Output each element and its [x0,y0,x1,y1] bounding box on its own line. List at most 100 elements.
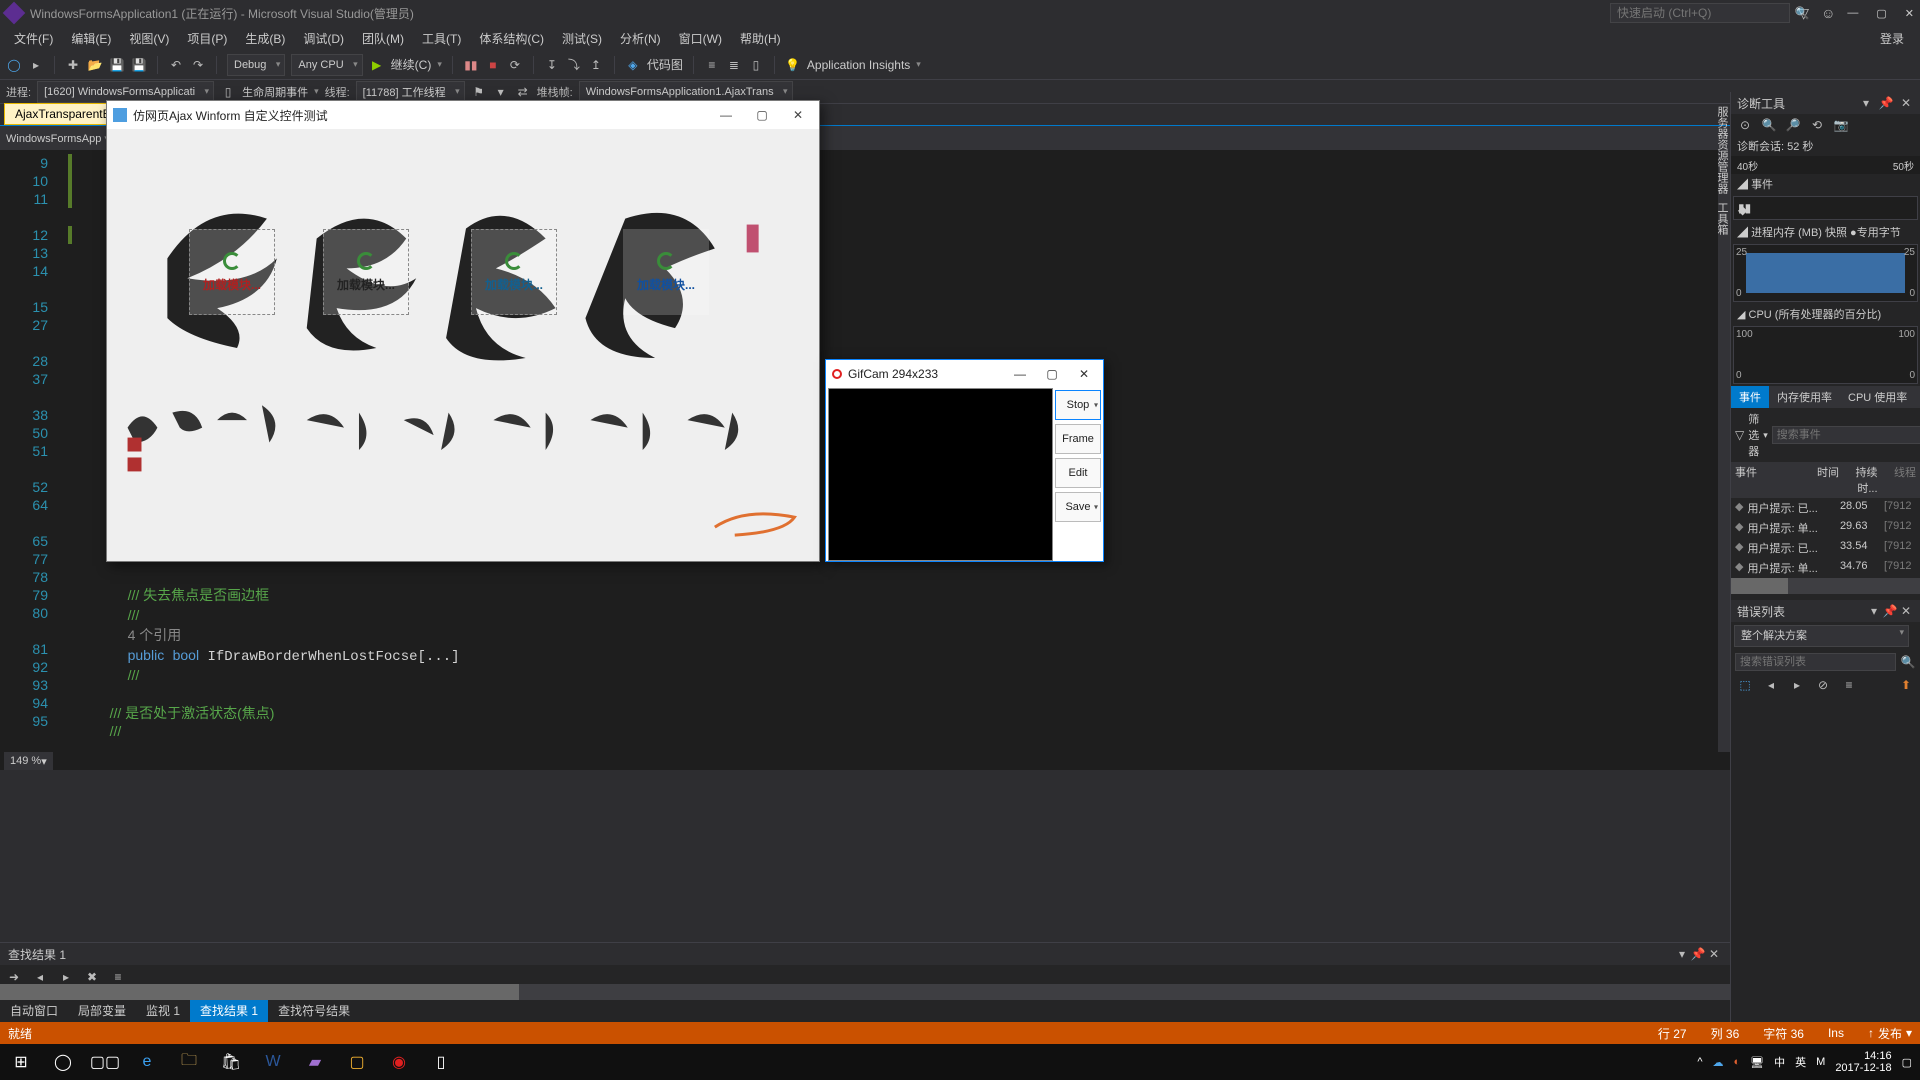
tray-network-icon[interactable]: 🖥 [1750,1056,1764,1069]
pause-icon[interactable]: ▮▮ [463,57,479,73]
feedback-icon[interactable]: ☺ [1821,5,1835,21]
zoom-combo[interactable]: 149 % ▾ [4,752,53,770]
tray-time[interactable]: 14:16 [1835,1050,1891,1062]
event-row[interactable]: ◆用户提示: 单...34.76[7912 [1731,558,1920,578]
menu-edit[interactable]: 编辑(E) [63,28,119,49]
menu-view[interactable]: 视图(V) [121,28,177,49]
config-combo[interactable]: Debug [227,54,285,76]
sign-in-button[interactable]: 登录 [1872,28,1914,49]
events-header[interactable]: 事件 [1751,179,1773,191]
step-out-icon[interactable]: ↥ [588,57,604,73]
toolbox-tab[interactable]: 工具箱 [1708,202,1730,235]
panel-scroll-h[interactable] [0,984,1730,1000]
panel-close-icon[interactable]: ✕ [1706,946,1722,962]
menu-help[interactable]: 帮助(H) [732,28,789,49]
search-button[interactable]: ◯ [42,1044,84,1080]
thread-switch-icon[interactable]: ⇄ [515,84,531,100]
continue-icon[interactable]: ▶ [369,57,385,73]
diag-snapshot-icon[interactable]: 📷 [1833,117,1849,133]
step-into-icon[interactable]: ↧ [544,57,560,73]
codemap-button[interactable]: 代码图 [647,56,683,73]
col-event[interactable]: 事件 [1735,464,1801,496]
nav-fwd-icon[interactable]: ▸ [28,57,44,73]
diag-zoom-out-icon[interactable]: 🔎 [1785,117,1801,133]
err-goto-icon[interactable]: ⬚ [1737,677,1753,693]
menu-arch[interactable]: 体系结构(C) [471,28,552,49]
ajax-btn-4[interactable]: 加载模块... [637,276,695,293]
tab-locals[interactable]: 局部变量 [68,1000,136,1022]
filter-label[interactable]: 筛选器 [1748,411,1759,459]
diag-timeline[interactable]: 40秒50秒 [1731,156,1920,174]
ajax-close-button[interactable]: ✕ [783,108,813,122]
col-thread[interactable]: 线程 [1882,464,1916,496]
tray-security-icon[interactable]: ◐ [1734,1056,1741,1068]
diag-tab-cpu[interactable]: CPU 使用率 [1840,386,1915,408]
ajax-max-button[interactable]: ▢ [747,108,777,122]
memory-header[interactable]: 进程内存 (MB) 快照 ●专用字节 [1751,227,1901,239]
menu-analyze[interactable]: 分析(N) [612,28,669,49]
panel-pin-icon[interactable]: 📌 [1690,946,1706,962]
gifcam-stop-button[interactable]: Stop [1055,390,1101,420]
save-all-icon[interactable]: 💾 [131,57,147,73]
diag-pin-icon[interactable]: 📌 [1878,95,1894,111]
memory-chart[interactable]: 252500 [1733,244,1918,302]
next-icon[interactable]: ▸ [58,969,74,985]
insights-icon[interactable]: 💡 [785,57,801,73]
ajax-min-button[interactable]: — [711,108,741,122]
menu-file[interactable]: 文件(F) [6,28,61,49]
edge-icon[interactable]: e [126,1044,168,1080]
event-row[interactable]: ◆用户提示: 已...33.54[7912 [1731,538,1920,558]
insights-button[interactable]: Application Insights [807,58,910,72]
diag-zoom-in-icon[interactable]: 🔍 [1761,117,1777,133]
ajax-btn-3[interactable]: 加载模块... [485,276,543,293]
step-over-icon[interactable]: ⤵ [566,57,582,73]
errlist-scope-combo[interactable]: 整个解决方案 [1734,625,1909,647]
goto-icon[interactable]: ➜ [6,969,22,985]
restart-icon[interactable]: ⟳ [507,57,523,73]
gifcam-min-button[interactable]: — [1007,367,1033,381]
diag-reset-icon[interactable]: ⟲ [1809,117,1825,133]
uncomment-icon[interactable]: ≣ [726,57,742,73]
search-icon[interactable]: 🔍 [1794,5,1810,21]
word-icon[interactable]: W [252,1044,294,1080]
codemap-icon[interactable]: ◈ [625,57,641,73]
tab-autos[interactable]: 自动窗口 [0,1000,68,1022]
tab-find-results[interactable]: 查找结果 1 [190,1000,268,1022]
errlist-close-icon[interactable]: ✕ [1898,603,1914,619]
lifecycle-label[interactable]: 生命周期事件 [242,84,308,100]
err-prev-icon[interactable]: ◂ [1763,677,1779,693]
thread-flag-icon[interactable]: ⚑ [471,84,487,100]
vs-taskbar-icon[interactable]: ▰ [294,1044,336,1080]
diag-select-icon[interactable]: ⊙ [1737,117,1753,133]
errlist-search-icon[interactable]: 🔍 [1900,654,1916,670]
quick-launch-input[interactable] [1610,3,1790,23]
minimize-button[interactable]: — [1847,7,1858,20]
app-icon[interactable]: ▢ [336,1044,378,1080]
tray-date[interactable]: 2017-12-18 [1835,1062,1891,1074]
err-build-icon[interactable]: ≡ [1841,677,1857,693]
bookmark-icon[interactable]: ▯ [748,57,764,73]
menu-team[interactable]: 团队(M) [354,28,412,49]
clear-icon[interactable]: ✖ [84,969,100,985]
events-track[interactable]: ▮▮◆ [1733,196,1918,220]
tray-ime-3[interactable]: M [1816,1056,1825,1068]
gifcam-taskbar-icon[interactable]: ◉ [378,1044,420,1080]
diag-close-icon[interactable]: ✕ [1898,95,1914,111]
diag-tab-memory[interactable]: 内存使用率 [1769,386,1840,408]
menu-tools[interactable]: 工具(T) [414,28,469,49]
menu-window[interactable]: 窗口(W) [671,28,730,49]
filter-icon[interactable]: ▽ [1735,427,1744,443]
stop-icon[interactable]: ■ [485,57,501,73]
menu-test[interactable]: 测试(S) [554,28,610,49]
col-dur[interactable]: 持续时... [1843,464,1877,496]
tab-find-symbol[interactable]: 查找符号结果 [268,1000,360,1022]
errlist-search-input[interactable] [1735,653,1896,671]
undo-icon[interactable]: ↶ [168,57,184,73]
open-icon[interactable]: 📂 [87,57,103,73]
event-row[interactable]: ◆用户提示: 已...28.05[7912 [1731,498,1920,518]
menu-project[interactable]: 项目(P) [179,28,235,49]
ajax-btn-2[interactable]: 加载模块... [337,276,395,293]
tray-onedrive-icon[interactable]: ☁ [1713,1056,1724,1069]
continue-button[interactable]: 继续(C) [391,56,432,73]
err-vcs-icon[interactable]: ⬆ [1898,677,1914,693]
